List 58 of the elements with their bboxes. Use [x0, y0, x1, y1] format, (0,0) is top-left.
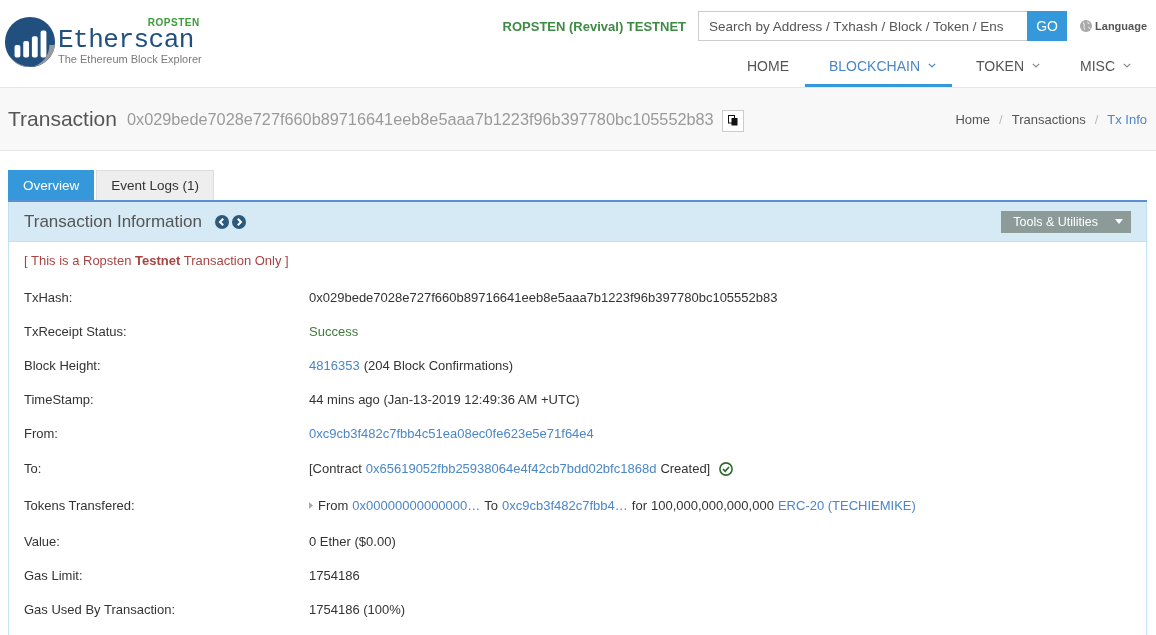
- field-label: Gas Used By Transaction:: [24, 601, 176, 617]
- nav-menu-item[interactable]: MISC: [1056, 47, 1147, 87]
- value-link[interactable]: 4816353: [309, 357, 360, 373]
- brand-tagline: The Ethereum Block Explorer: [58, 52, 202, 66]
- field-value: 0x029bede7028e727f660b89716641eeb8e5aaa7b1223f96b397780bc105552b83: [309, 289, 778, 305]
- field-label: TxReceipt Status:: [24, 323, 128, 339]
- check-circle-icon: [719, 461, 734, 476]
- status-text: Success: [309, 323, 359, 339]
- field-value: To: [484, 498, 499, 513]
- field-label: Tokens Transfered:: [24, 498, 136, 513]
- network-tag: ROPSTEN: [147, 17, 200, 28]
- field-value: 1754186 (100%): [309, 601, 406, 617]
- value-link[interactable]: ERC-20 (TECHIEMIKE): [777, 498, 916, 513]
- field-label: Block Height:: [24, 357, 102, 373]
- field-label: Value:: [24, 533, 61, 549]
- tab[interactable]: Event Logs (1): [96, 170, 215, 200]
- field-label: TxHash:: [24, 289, 74, 305]
- brand-name[interactable]: Etherscan: [58, 28, 202, 52]
- breadcrumb-link[interactable]: Home: [955, 111, 991, 127]
- field-label: TimeStamp:: [24, 391, 95, 407]
- value-link[interactable]: 0x00000000000000…: [352, 498, 481, 513]
- testnet-notice: [ This is a Ropsten Testnet Transaction Only ]: [24, 253, 290, 269]
- search-button[interactable]: GO: [1027, 11, 1068, 41]
- field-label: From:: [24, 425, 59, 441]
- copy-button[interactable]: [721, 109, 744, 132]
- value-link[interactable]: 0x65619052fbb25938064e4f42cb7bdd02bfc1868d: [365, 461, 657, 476]
- field-value: 0 Ether ($0.00): [309, 533, 396, 549]
- field-value: 44 mins ago (Jan-13-2019 12:49:36 AM +UTC): [309, 391, 580, 407]
- field-value: (204 Block Confirmations): [363, 357, 514, 373]
- transaction-hash: 0x029bede7028e727f660b89716641eeb8e5aaa7b1223f96b397780bc105552b83: [126, 109, 714, 129]
- field-value: 1754186: [309, 567, 360, 583]
- value-link[interactable]: 0xc9cb3f482c7fbb4c51ea08ec0fe623e5e71f64e4: [309, 425, 594, 441]
- tab[interactable]: Overview: [8, 170, 95, 200]
- logo-icon[interactable]: [3, 16, 57, 70]
- breadcrumb-link[interactable]: Transactions: [1011, 111, 1086, 127]
- field-label: Gas Limit:: [24, 567, 84, 583]
- field-value: From: [318, 498, 349, 513]
- next-icon[interactable]: [231, 214, 246, 229]
- field-label: To:: [24, 461, 43, 476]
- breadcrumb-separator: /: [1094, 111, 1099, 127]
- breadcrumb-link[interactable]: Tx Info: [1107, 111, 1147, 127]
- field-value: Created]: [660, 461, 711, 476]
- copy-icon: [727, 115, 738, 126]
- nav-menu-item[interactable]: HOME: [723, 47, 805, 87]
- previous-icon[interactable]: [214, 214, 229, 229]
- field-value: 100,000,000,000,000: [650, 498, 774, 513]
- page-title: Transaction: [8, 107, 117, 131]
- caret-down-icon: [1115, 219, 1123, 224]
- field-value: [Contract: [309, 461, 362, 476]
- value-link[interactable]: 0xc9cb3f482c7fbb4…: [502, 498, 628, 513]
- search-field[interactable]: Search by Address / Txhash / Block / Token / Ens: [698, 11, 1028, 41]
- field-value: for: [631, 498, 647, 513]
- nav-menu-item[interactable]: TOKEN: [952, 47, 1056, 87]
- language-link[interactable]: Language: [1095, 20, 1147, 32]
- breadcrumb-separator: /: [999, 111, 1003, 127]
- network-label: ROPSTEN (Revival) TESTNET: [502, 18, 687, 34]
- tools-dropdown-button[interactable]: Tools & Utilities: [1001, 210, 1131, 233]
- panel-title: Transaction Information: [24, 211, 202, 232]
